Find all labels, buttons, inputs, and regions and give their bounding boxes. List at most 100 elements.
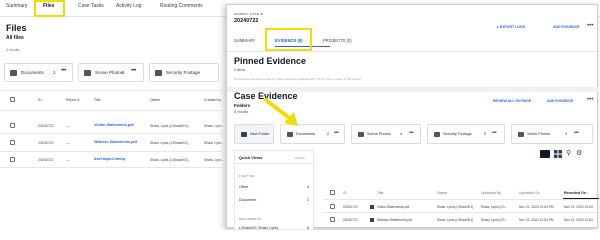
filter-section-file-type: FILE TYPE [239,174,255,178]
cell-uploaded-on: Nov 22, 2024 12:54 PM [519,218,554,222]
map-pin-icon[interactable]: ⚲ [566,149,571,157]
select-all-checkbox[interactable] [330,190,335,195]
pinned-evidence-title: Pinned Evidence [234,56,307,66]
row-checkbox[interactable] [10,157,15,162]
old-tab-routing-comments[interactable]: Routing Comments [160,3,203,9]
more-icon[interactable]: ••• [492,130,497,136]
more-icon[interactable]: ••• [587,97,593,103]
folder-security-footage[interactable]: Security Footage 5 ••• [427,124,505,144]
filter-count: 6 [307,226,310,230]
col-uploaded-on[interactable]: Uploaded On [519,191,540,195]
grid-view-icon[interactable] [554,150,562,158]
cell-recorded-on: Nov 22, 2024 12:54 [564,205,593,209]
old-folder-documents[interactable]: Documents 2 ••• [4,63,73,82]
row-checkbox[interactable] [10,123,15,128]
file-link[interactable]: Witness Statements.pdf [94,140,137,144]
col-owner[interactable]: Owner [150,98,160,102]
add-evidence-link-2[interactable]: ADD EVIDENCE [547,99,573,103]
cell-owner: Shaw, Lynis (LShaw001) [150,124,189,128]
folder-label: Victim Photos [527,132,551,136]
tab-summary[interactable]: SUMMARY [234,38,255,43]
folder-label: Security Footage [443,132,472,136]
divider [323,212,599,213]
col-created-by[interactable]: Created by [204,98,221,102]
divider [323,199,599,200]
cell-report: — [66,158,70,162]
col-id[interactable]: ID [343,191,347,195]
cell-owner: Shaw, Lynis (LShaw001) [437,205,474,209]
old-folder-security-footage[interactable]: Security Footage [149,63,219,82]
divider [0,133,222,134]
filter-item-document[interactable]: Document [239,198,256,202]
filter-item-recorder[interactable]: LShaw001 Shaw, Lynis [239,226,278,230]
more-icon[interactable]: ••• [61,68,66,74]
cell-recorded-on: Nov 22, 2024 12:54 [564,218,593,222]
pinned-items-count: 0 items [234,68,246,72]
select-all-checkbox[interactable] [10,97,15,102]
folder-icon [155,70,162,76]
cell-id: 20240722 [38,141,54,145]
more-icon[interactable]: ••• [409,130,414,136]
cell-owner: Shaw, Lynis (LShaw001) [150,141,189,145]
cell-title[interactable]: Witness-Statements.pdf [377,218,412,222]
folder-icon [434,132,440,137]
old-tab-summary[interactable]: Summary [6,3,27,9]
tab-projects[interactable]: PROJECTS (0) [323,38,352,43]
cell-created: Shaw, Lyni... [204,141,224,145]
row-checkbox[interactable] [330,217,335,222]
list-view-icon[interactable] [540,150,550,158]
add-evidence-link[interactable]: ADD EVIDENCE [553,25,579,29]
col-owner[interactable]: Owner [437,191,447,195]
col-title[interactable]: Title [377,191,383,195]
more-icon[interactable]: ••• [574,130,579,136]
old-tab-case-tasks[interactable]: Case Tasks [78,3,104,9]
review-all-link[interactable]: REVIEW ALL ON PAGE [493,99,531,103]
files-tab-highlight [34,0,65,17]
folder-icon [518,132,524,137]
filter-count: 2 [307,198,310,202]
more-icon[interactable]: ••• [334,130,339,136]
divider [0,90,222,91]
export-logs-label: EXPORT LOGS [499,25,526,29]
folder-icon [358,132,364,137]
filter-count: 4 [307,185,310,189]
gear-icon[interactable]: ⚙ [576,149,582,157]
old-folder-scene-photos[interactable]: Scene Photos 4 ••• [78,63,144,82]
file-link[interactable]: dscf-tape-2.webp [94,157,125,161]
export-logs-link[interactable]: ▸ EXPORT LOGS [497,25,525,29]
case-id-value: 20240722 [234,18,259,24]
col-uploaded-by[interactable]: Uploaded By [481,191,501,195]
old-tab-activity-log[interactable]: Activity Log [116,3,142,9]
more-icon[interactable]: ••• [131,68,136,74]
folder-icon [10,70,17,76]
folder-label: Documents [21,70,44,75]
col-title[interactable]: Title [94,98,100,102]
cell-id: 20240722 [38,158,54,162]
filter-item-other[interactable]: Other [239,185,249,189]
col-report[interactable]: Report # [66,98,79,102]
add-folder-icon [241,132,247,137]
results-count: 6 results [234,110,249,114]
folder-label: Security Footage [166,70,201,75]
more-icon[interactable]: ••• [587,23,593,29]
reset-button[interactable]: RESET [295,156,305,160]
file-link[interactable]: Victim Statements.pdf [94,123,134,127]
folder-count: 4 [400,132,403,136]
folder-scene-photos[interactable]: Scene Photos 4 ••• [351,124,421,144]
cell-title[interactable]: Victim-Statements.pdf [377,205,409,209]
divider [0,151,222,152]
cell-uploaded-on: Nov 22, 2024 12:54 PM [519,205,554,209]
row-checkbox[interactable] [330,204,335,209]
folder-victim-photos[interactable]: Victim Photos 3 ••• [511,124,593,144]
cell-owner: Shaw, Lynis (LShaw001) [150,158,189,162]
col-id[interactable]: ID [38,98,42,102]
col-recorded-on[interactable]: Recorded On ↓ [564,191,589,195]
cell-owner: Shaw, Lynis (LShaw001) [437,218,474,222]
divider [235,163,315,164]
folder-count: 2 [327,132,330,136]
cell-id: 20240722 [343,205,358,209]
divider [0,167,222,168]
evidence-tab-highlight [265,28,312,51]
cell-report: — [66,141,70,145]
row-checkbox[interactable] [10,140,15,145]
